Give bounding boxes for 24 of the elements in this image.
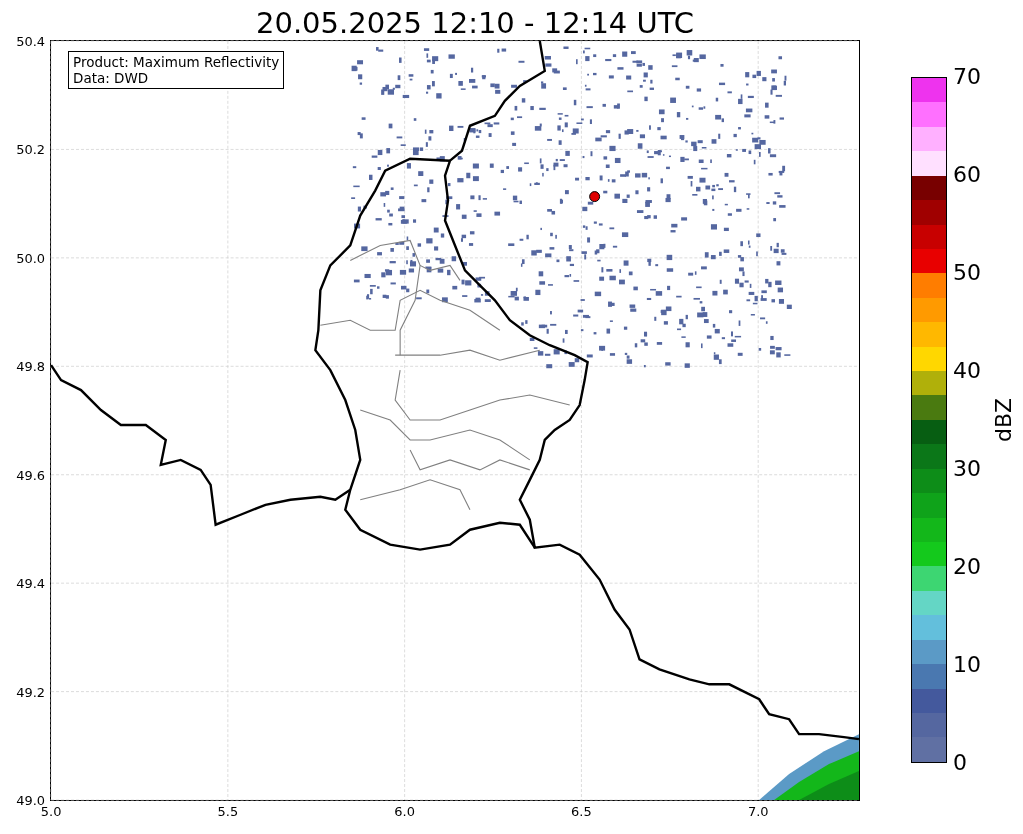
colorbar-tick-label: 30 xyxy=(953,458,981,480)
x-tick-label: 6.5 xyxy=(571,803,592,819)
y-tick-label: 49.6 xyxy=(16,467,46,483)
info-text: Product: Maximum Reflectivity xyxy=(73,54,280,70)
radar-site-marker xyxy=(589,191,601,203)
y-tick-label: 49.4 xyxy=(16,576,46,592)
colorbar-tick-label: 10 xyxy=(953,654,981,676)
colorbar-tick-label: 60 xyxy=(953,164,981,186)
colorbar-tick-label: 20 xyxy=(953,556,981,578)
y-tick-label: 50.4 xyxy=(16,34,46,49)
colorbar-tick-label: 50 xyxy=(953,262,981,284)
info-text: Data: DWD xyxy=(73,70,150,86)
x-tick-label: 6.0 xyxy=(394,803,415,819)
y-tick-label: 50.0 xyxy=(16,250,46,266)
y-tick-label: 49.8 xyxy=(16,359,46,375)
colorbar-tick-label: 0 xyxy=(953,752,967,774)
y-tick-label: 49.2 xyxy=(16,684,46,700)
chart-title: 20.05.2025 12:10 - 12:14 UTC xyxy=(256,6,694,40)
colorbar-label: dBZ xyxy=(990,397,1016,443)
y-tick-label: 50.2 xyxy=(16,142,46,158)
colorbar-tick-label: 70 xyxy=(953,66,981,88)
colorbar-tick-label: 40 xyxy=(953,360,981,382)
x-tick-label: 7.0 xyxy=(747,803,769,819)
x-tick-label: 5.5 xyxy=(217,803,239,819)
